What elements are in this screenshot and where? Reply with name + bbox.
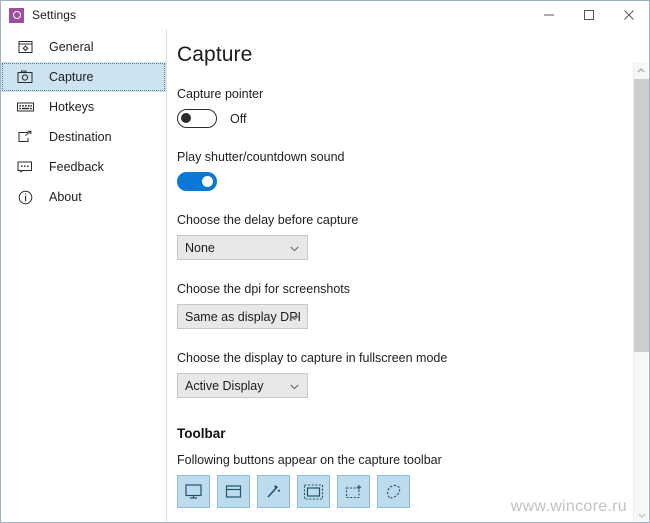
content-scrollbar[interactable] (633, 62, 649, 522)
capture-pointer-row: Off (177, 109, 649, 128)
chevron-down-icon (290, 308, 299, 326)
sidebar-item-label: General (49, 40, 94, 54)
minimize-button[interactable] (529, 1, 569, 29)
settings-app-icon (9, 7, 24, 23)
scrollbar-up-button[interactable] (634, 62, 648, 78)
shutter-sound-toggle[interactable] (177, 172, 217, 191)
keyboard-icon (15, 98, 35, 116)
sidebar-item-label: About (49, 190, 82, 204)
capture-pointer-state: Off (230, 111, 247, 126)
capture-pointer-label: Capture pointer (177, 87, 264, 101)
sidebar-item-hotkeys[interactable]: Hotkeys (1, 92, 166, 122)
sidebar-item-destination[interactable]: Destination (1, 122, 166, 152)
minimize-icon (544, 14, 554, 16)
chevron-down-icon (637, 513, 646, 518)
sidebar-item-general[interactable]: General (1, 32, 166, 62)
toolbar-button-smart-select[interactable] (257, 475, 290, 508)
sidebar-item-capture[interactable]: Capture (1, 62, 166, 92)
toolbar-button-window[interactable] (217, 475, 250, 508)
window-title: Settings (32, 8, 77, 22)
chevron-up-icon (637, 67, 645, 72)
settings-window: Settings General Capture Hotkeys Destina… (0, 0, 650, 523)
shutter-sound-row (177, 172, 649, 191)
sidebar-item-feedback[interactable]: Feedback (1, 152, 166, 182)
general-gear-window-icon (15, 38, 35, 56)
window-controls (529, 1, 649, 29)
dpi-dropdown[interactable]: Same as display DPI (177, 304, 308, 329)
freehand-lasso-icon (387, 484, 401, 498)
capture-pointer-toggle[interactable] (177, 109, 217, 128)
delay-value: None (185, 240, 215, 255)
delay-dropdown[interactable]: None (177, 235, 308, 260)
shutter-sound-label: Play shutter/countdown sound (177, 150, 345, 164)
toolbar-button-free-rectangle[interactable] (337, 475, 370, 508)
display-label: Choose the display to capture in fullscr… (177, 351, 448, 365)
magic-wand-smart-select-icon (267, 485, 281, 498)
content-pane: Capture Capture pointer Off Play shutter… (168, 29, 649, 522)
maximize-icon (584, 10, 594, 20)
delay-label: Choose the delay before capture (177, 213, 359, 227)
toolbar-section-heading: Toolbar (177, 426, 226, 441)
display-dropdown[interactable]: Active Display (177, 373, 308, 398)
scrollbar-down-button[interactable] (634, 507, 649, 522)
region-marching-ants-icon (303, 483, 324, 500)
toolbar-button-region[interactable] (297, 475, 330, 508)
dpi-label: Choose the dpi for screenshots (177, 282, 351, 296)
title-bar: Settings (1, 1, 649, 29)
sidebar-item-about[interactable]: About (1, 182, 166, 212)
toolbar-button-freehand[interactable] (377, 475, 410, 508)
display-value: Active Display (185, 378, 264, 393)
free-rectangle-icon (345, 484, 361, 498)
window-capture-icon (225, 485, 242, 498)
close-button[interactable] (609, 1, 649, 29)
scrollbar-thumb[interactable] (634, 79, 649, 352)
toolbar-description: Following buttons appear on the capture … (177, 453, 442, 467)
dpi-value: Same as display DPI (185, 309, 302, 324)
maximize-button[interactable] (569, 1, 609, 29)
folder-export-icon (15, 128, 35, 146)
watermark: www.wincore.ru (510, 498, 627, 515)
info-circle-icon (15, 188, 35, 206)
speech-bubble-icon (15, 158, 35, 176)
sidebar-item-label: Hotkeys (49, 100, 95, 114)
sidebar-item-label: Capture (49, 70, 94, 84)
toolbar-button-fullscreen[interactable] (177, 475, 210, 508)
sidebar-item-label: Destination (49, 130, 112, 144)
fullscreen-monitor-icon (185, 484, 202, 499)
camera-icon (15, 68, 35, 86)
sidebar: General Capture Hotkeys Destination Feed… (1, 29, 167, 522)
close-icon (624, 10, 634, 20)
chevron-down-icon (290, 377, 299, 395)
sidebar-item-label: Feedback (49, 160, 104, 174)
chevron-down-icon (290, 239, 299, 257)
page-title: Capture (177, 43, 253, 66)
